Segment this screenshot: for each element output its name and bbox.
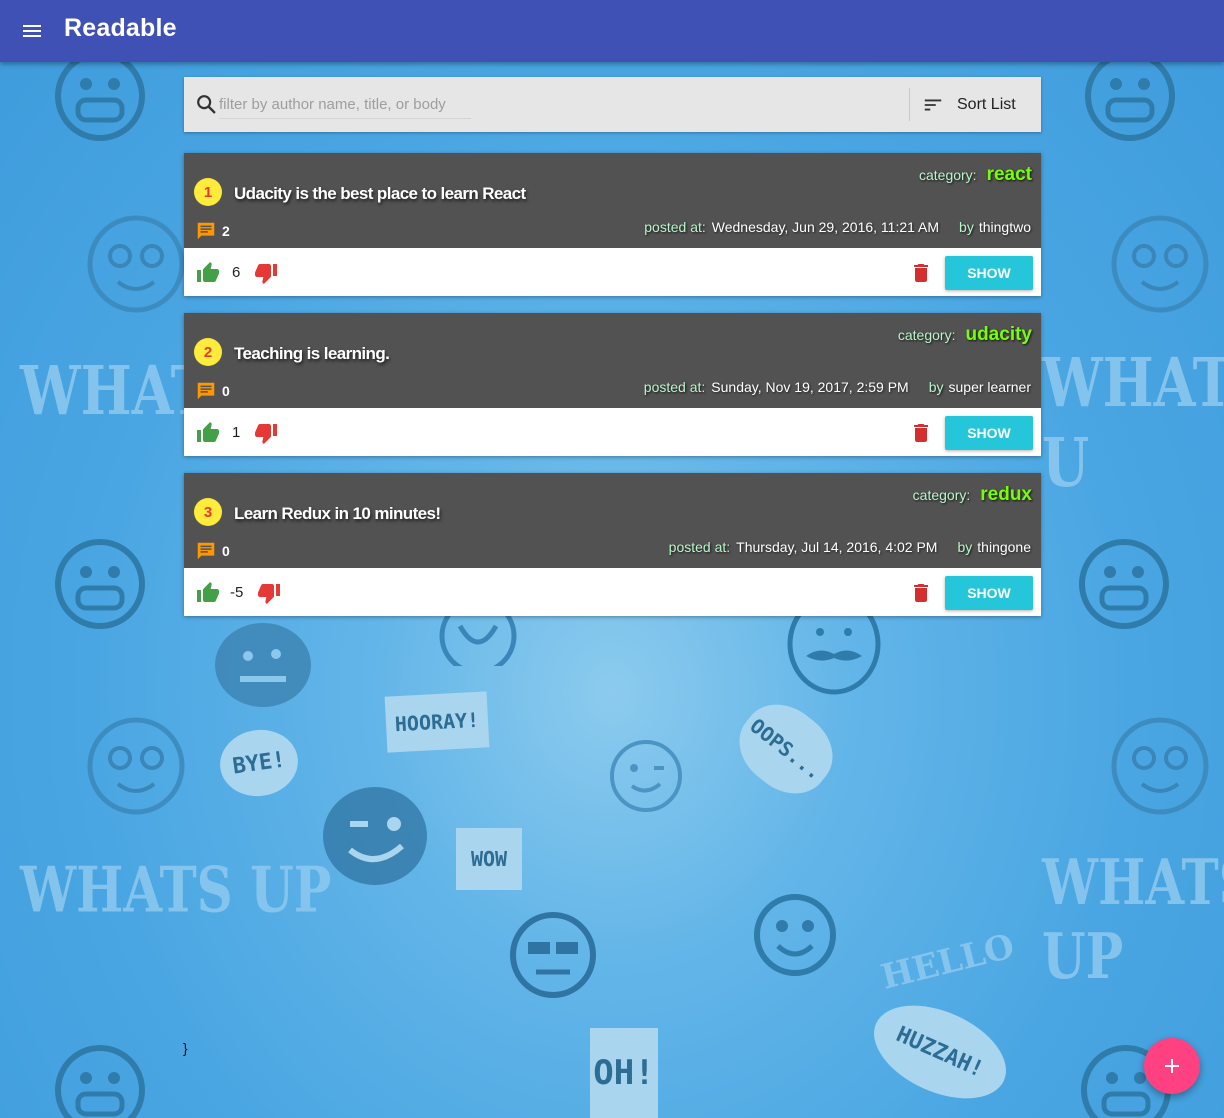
- category-value[interactable]: udacity: [965, 324, 1032, 346]
- menu-icon[interactable]: [20, 19, 44, 43]
- show-button[interactable]: SHOW: [945, 576, 1033, 610]
- post-actions: -5 SHOW: [184, 568, 1041, 616]
- thumb-down-icon[interactable]: [254, 421, 278, 445]
- post-card: 3 Learn Redux in 10 minutes! category: r…: [184, 473, 1041, 616]
- bg-word: WHATS U: [1042, 342, 1224, 502]
- vote-score: 6: [232, 264, 241, 281]
- bg-bubble: HUZZAH!: [859, 986, 1021, 1118]
- post-meta: posted at: Sunday, Nov 19, 2017, 2:59 PM…: [644, 379, 1031, 395]
- post-card: 1 Udacity is the best place to learn Rea…: [184, 153, 1041, 296]
- app-title: Readable: [64, 14, 177, 42]
- sort-list-label: Sort List: [957, 96, 1016, 113]
- category-label: category:: [912, 487, 971, 503]
- add-post-button[interactable]: [1144, 1038, 1200, 1094]
- post-header: 3 Learn Redux in 10 minutes! category: r…: [184, 473, 1041, 568]
- posted-at-label: posted at:: [644, 219, 706, 235]
- bg-word: WHATS UP: [1042, 845, 1224, 993]
- category-value[interactable]: redux: [980, 484, 1032, 506]
- comment-count: 2: [222, 223, 230, 239]
- app-bar: Readable: [0, 0, 1224, 62]
- rank-badge: 2: [194, 338, 222, 366]
- by-label: by: [957, 539, 973, 555]
- category-value[interactable]: react: [987, 164, 1032, 186]
- bg-bubble: OOPS...: [724, 688, 848, 810]
- bg-word: WHATS UP: [20, 852, 332, 927]
- author-name: thingone: [977, 539, 1031, 555]
- delete-icon[interactable]: [909, 261, 933, 285]
- grin-smiley-icon: [55, 1045, 145, 1118]
- vote-score: 1: [232, 424, 241, 441]
- category-label: category:: [897, 327, 956, 343]
- post-actions: 1 SHOW: [184, 408, 1041, 456]
- wink-face-icon: [323, 787, 427, 885]
- meh-face-icon: [215, 623, 311, 707]
- nerd-smiley-icon: [87, 717, 185, 815]
- sort-list-button[interactable]: Sort List: [918, 88, 1034, 122]
- tongue-face-icon: [610, 740, 682, 812]
- post-header: 2 Teaching is learning. category: udacit…: [184, 313, 1041, 408]
- sunglasses-face-icon: [510, 912, 596, 998]
- thumb-up-icon[interactable]: [196, 421, 220, 445]
- post-actions: 6 SHOW: [184, 248, 1041, 296]
- by-label: by: [928, 379, 944, 395]
- comment-icon: [197, 382, 215, 400]
- delete-icon[interactable]: [909, 421, 933, 445]
- stray-text: }: [183, 1040, 188, 1056]
- vote-score: -5: [230, 584, 244, 601]
- nerd-smiley-icon: [1111, 215, 1209, 313]
- grin-smiley-icon: [1085, 62, 1175, 141]
- bg-bubble: HOORAY!: [384, 691, 490, 753]
- by-label: by: [959, 219, 974, 235]
- thumb-down-icon[interactable]: [254, 261, 278, 285]
- comment-count: 0: [222, 383, 230, 399]
- post-title[interactable]: Learn Redux in 10 minutes!: [234, 504, 441, 524]
- comment-count: 0: [222, 543, 230, 559]
- grin-smiley-icon: [55, 539, 145, 629]
- grin-smiley-icon: [55, 62, 145, 141]
- thumb-up-icon[interactable]: [196, 581, 220, 605]
- bg-bubble: OH!: [590, 1028, 658, 1118]
- rank-badge: 3: [194, 498, 222, 526]
- posted-at-value: Thursday, Jul 14, 2016, 4:02 PM: [736, 539, 938, 555]
- comment-icon: [197, 222, 215, 240]
- toolbar-divider: [909, 88, 910, 121]
- post-card: 2 Teaching is learning. category: udacit…: [184, 313, 1041, 456]
- rank-badge: 1: [194, 178, 222, 206]
- plus-icon: [1165, 1059, 1179, 1073]
- author-name: super learner: [948, 379, 1032, 395]
- thumb-down-icon[interactable]: [257, 581, 281, 605]
- comment-icon: [197, 542, 215, 560]
- posted-at-value: Sunday, Nov 19, 2017, 2:59 PM: [711, 379, 909, 395]
- posted-at-label: posted at:: [668, 539, 731, 555]
- nerd-smiley-icon: [1111, 717, 1209, 815]
- post-meta: posted at: Thursday, Jul 14, 2016, 4:02 …: [669, 539, 1031, 555]
- category-label: category:: [918, 167, 977, 183]
- search-icon: [197, 95, 216, 114]
- post-title[interactable]: Teaching is learning.: [234, 344, 390, 364]
- posted-at-value: Wednesday, Jun 29, 2016, 11:21 AM: [711, 219, 940, 235]
- bg-bubble: BYE!: [215, 724, 303, 802]
- show-button[interactable]: SHOW: [945, 256, 1033, 290]
- posted-at-label: posted at:: [643, 379, 706, 395]
- post-category: category: udacity: [898, 324, 1032, 346]
- post-title[interactable]: Udacity is the best place to learn React: [234, 184, 526, 204]
- show-button[interactable]: SHOW: [945, 416, 1033, 450]
- post-meta: posted at: Wednesday, Jun 29, 2016, 11:2…: [644, 219, 1031, 235]
- delete-icon[interactable]: [909, 581, 933, 605]
- bg-word: HELLO: [877, 926, 1019, 998]
- thumb-up-icon[interactable]: [196, 261, 220, 285]
- search-input[interactable]: [219, 91, 471, 119]
- post-category: category: redux: [913, 484, 1032, 506]
- grin-smiley-icon: [1079, 539, 1169, 629]
- bg-bubble: WOW: [456, 828, 522, 890]
- post-header: 1 Udacity is the best place to learn Rea…: [184, 153, 1041, 248]
- smile-face-icon: [754, 894, 836, 976]
- sort-icon: [924, 99, 942, 111]
- author-name: thingtwo: [978, 219, 1031, 235]
- nerd-smiley-icon: [87, 215, 185, 313]
- post-category: category: react: [919, 164, 1032, 186]
